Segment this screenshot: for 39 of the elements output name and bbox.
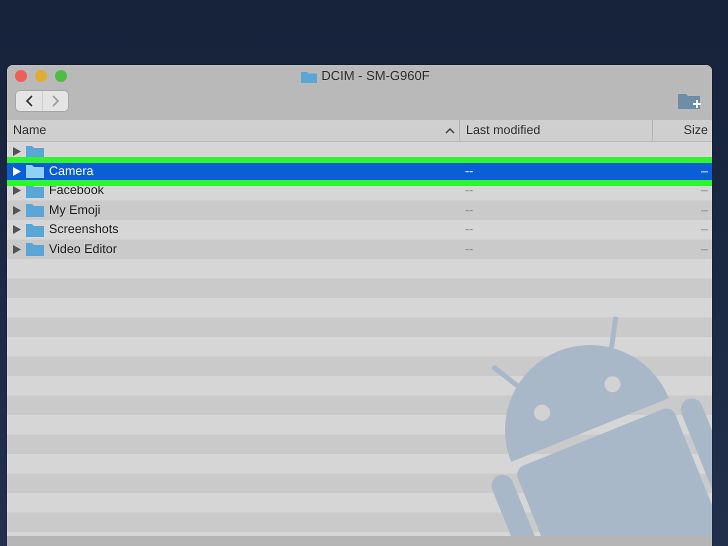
window-title: DCIM - SM-G960F — [321, 67, 430, 86]
folder-icon — [26, 144, 44, 159]
chevron-left-icon — [25, 95, 33, 107]
expand-arrow-icon[interactable] — [13, 225, 21, 234]
file-row[interactable]: My Emoji -- – — [7, 200, 712, 220]
expand-arrow-icon[interactable] — [13, 186, 21, 196]
modified-date: -- — [465, 164, 474, 178]
expand-arrow-icon[interactable] — [13, 166, 21, 176]
folder-name: Video Editor — [49, 240, 117, 258]
folder-icon — [26, 242, 44, 256]
file-size: – — [701, 164, 708, 178]
file-size: – — [701, 222, 708, 236]
folder-name: Screenshots — [49, 221, 118, 238]
folder-name: Camera — [49, 162, 94, 180]
modified-date: -- — [465, 222, 474, 236]
folder-icon — [26, 164, 44, 178]
column-header[interactable]: Size — [684, 121, 708, 140]
folder-icon — [26, 222, 44, 237]
file-row[interactable]: Screenshots -- – — [7, 220, 712, 240]
folder-icon — [26, 203, 44, 218]
expand-arrow-icon[interactable] — [13, 147, 21, 156]
folder-icon — [301, 70, 318, 82]
file-row[interactable]: Video Editor -- – — [7, 240, 712, 259]
column-header[interactable]: Last modified — [466, 121, 540, 140]
file-row[interactable]: Facebook -- – — [7, 181, 712, 200]
file-size: – — [701, 202, 708, 217]
folder-name: My Emoji — [49, 202, 100, 219]
chevron-right-icon — [52, 95, 60, 107]
sort-ascending-icon[interactable] — [445, 127, 455, 134]
modified-date: -- — [465, 242, 474, 256]
file-size: – — [701, 242, 708, 256]
folder-name: Facebook — [49, 182, 104, 200]
modified-date: -- — [465, 202, 474, 217]
new-folder-icon[interactable] — [678, 91, 702, 111]
file-size: – — [701, 183, 708, 198]
modified-date: -- — [465, 183, 474, 198]
expand-arrow-icon[interactable] — [13, 206, 21, 215]
expand-arrow-icon[interactable] — [13, 244, 21, 254]
column-header[interactable]: Name — [13, 121, 46, 140]
